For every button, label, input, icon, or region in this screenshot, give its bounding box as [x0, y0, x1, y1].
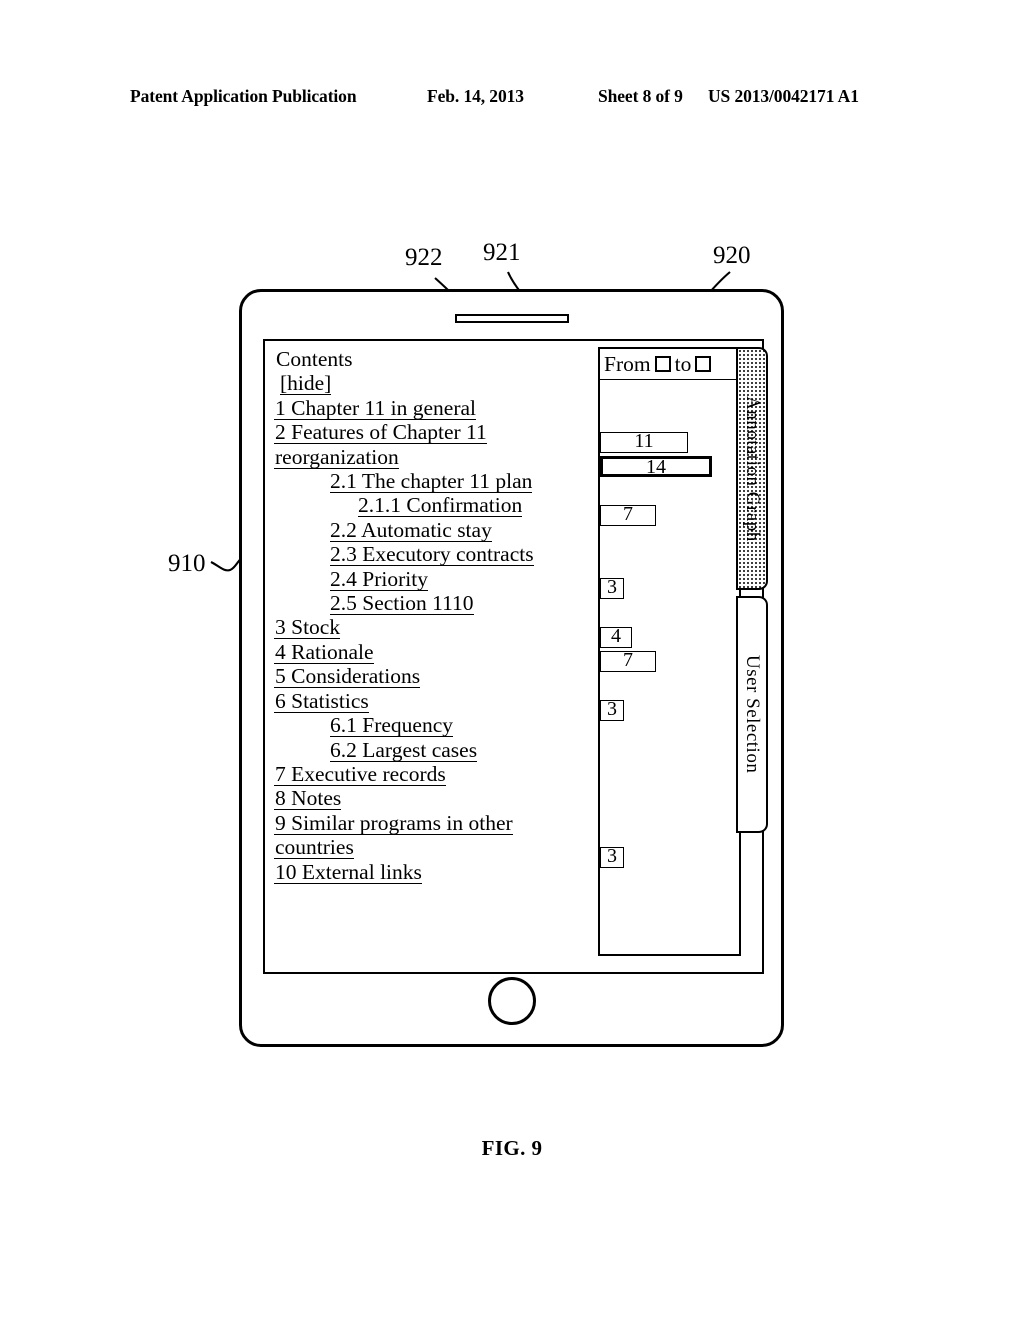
- reference-numeral-910: 910: [168, 550, 206, 577]
- tab-annotation-graph[interactable]: Annotation Graph: [736, 347, 768, 590]
- sheet-number: Sheet 8 of 9: [598, 86, 683, 106]
- contents-item-link[interactable]: 9 Similar programs in other: [274, 812, 513, 835]
- annotation-bar[interactable]: 11: [600, 431, 688, 453]
- annotation-bar[interactable]: 3: [600, 699, 624, 722]
- home-button[interactable]: [487, 977, 536, 1025]
- contents-item-link[interactable]: 2.2 Automatic stay: [330, 519, 492, 542]
- tab-user-selection-label: User Selection: [742, 655, 763, 774]
- speaker-slot-icon: [454, 314, 569, 323]
- range-selector[interactable]: From to: [600, 349, 739, 380]
- annotation-bar[interactable]: 7: [600, 650, 656, 673]
- contents-item-link[interactable]: countries: [274, 836, 354, 860]
- contents-item-link[interactable]: 7 Executive records: [274, 763, 446, 786]
- contents-item-link[interactable]: 8 Notes: [274, 787, 342, 811]
- annotation-graph-panel: From to 11 14 7 3 4 7 3 3: [598, 347, 741, 956]
- contents-item-link[interactable]: 2 Features of Chapter 11: [274, 421, 487, 445]
- contents-item-link[interactable]: 10 External links: [274, 861, 422, 884]
- contents-item: 2.4 Priority: [274, 567, 586, 591]
- annotation-bar-highlighted[interactable]: 14: [600, 456, 712, 478]
- annotation-bar[interactable]: 3: [600, 577, 624, 600]
- contents-item-link[interactable]: 2.1.1 Confirmation: [358, 494, 523, 518]
- range-to-label: to: [674, 351, 692, 376]
- annotation-bar[interactable]: 3: [600, 846, 624, 868]
- contents-item-link[interactable]: 6.2 Largest cases: [330, 739, 478, 762]
- contents-item: 2.1.1 Confirmation: [274, 493, 586, 518]
- contents-item: 2.2 Automatic stay: [274, 518, 586, 542]
- contents-item-link[interactable]: 4 Rationale: [274, 641, 374, 664]
- figure-caption: FIG. 9: [481, 1136, 543, 1160]
- contents-item-link[interactable]: 5 Considerations: [274, 665, 421, 689]
- contents-item-link[interactable]: 3 Stock: [274, 616, 341, 640]
- contents-item: 2.5 Section 1110: [274, 591, 586, 616]
- tablet-device: Contents [hide] 1 Chapter 11 in general 2…: [239, 289, 784, 1047]
- contents-item: 8 Notes: [274, 786, 586, 811]
- device-screen: Contents [hide] 1 Chapter 11 in general 2…: [263, 339, 768, 974]
- contents-item: 9 Similar programs in other: [274, 811, 586, 835]
- annotation-bar[interactable]: 4: [600, 626, 632, 648]
- range-from-input[interactable]: [654, 356, 671, 372]
- contents-item: countries: [274, 835, 586, 860]
- contents-item: 6 Statistics: [274, 689, 586, 713]
- contents-item: 5 Considerations: [274, 664, 586, 689]
- contents-item: 10 External links: [274, 860, 586, 884]
- publication-date: Feb. 14, 2013: [427, 86, 524, 106]
- contents-item: 1 Chapter 11 in general: [274, 396, 586, 420]
- reference-numeral-920: 920: [713, 242, 751, 269]
- annotation-bar[interactable]: 7: [600, 504, 656, 526]
- contents-item: 4 Rationale: [274, 640, 586, 664]
- contents-item: 7 Executive records: [274, 762, 586, 786]
- contents-item-link[interactable]: 1 Chapter 11 in general: [274, 397, 476, 420]
- reference-numeral-921: 921: [483, 239, 521, 266]
- contents-item-link[interactable]: 2.1 The chapter 11 plan: [330, 470, 533, 494]
- contents-item: reorganization: [274, 445, 586, 469]
- contents-item: 6.2 Largest cases: [274, 738, 586, 762]
- contents-panel: Contents [hide] 1 Chapter 11 in general 2…: [274, 347, 586, 884]
- contents-item: 6.1 Frequency: [274, 713, 586, 738]
- contents-item-link[interactable]: reorganization: [274, 446, 399, 469]
- tab-annotation-graph-label: Annotation Graph: [742, 395, 763, 542]
- hide-contents-link[interactable]: [hide]: [280, 372, 332, 396]
- contents-title: Contents: [276, 347, 353, 371]
- tab-user-selection[interactable]: User Selection: [736, 596, 768, 833]
- contents-item: 2.1 The chapter 11 plan: [274, 469, 586, 494]
- contents-item: 2.3 Executory contracts: [274, 542, 586, 567]
- contents-item-link[interactable]: 6 Statistics: [274, 690, 369, 713]
- contents-item: 3 Stock: [274, 615, 586, 640]
- range-to-input[interactable]: [695, 356, 712, 372]
- contents-item-link[interactable]: 2.3 Executory contracts: [330, 543, 534, 567]
- contents-list: 1 Chapter 11 in general 2 Features of Cha…: [274, 396, 586, 884]
- range-from-label: From: [604, 351, 651, 376]
- patent-number: US 2013/0042171 A1: [708, 86, 859, 106]
- reference-numeral-922: 922: [405, 244, 443, 271]
- contents-item-link[interactable]: 2.4 Priority: [330, 568, 428, 591]
- contents-item-link[interactable]: 6.1 Frequency: [330, 714, 453, 738]
- publication-label: Patent Application Publication: [130, 86, 357, 106]
- contents-item-link[interactable]: 2.5 Section 1110: [330, 592, 474, 616]
- contents-item: 2 Features of Chapter 11: [274, 420, 586, 445]
